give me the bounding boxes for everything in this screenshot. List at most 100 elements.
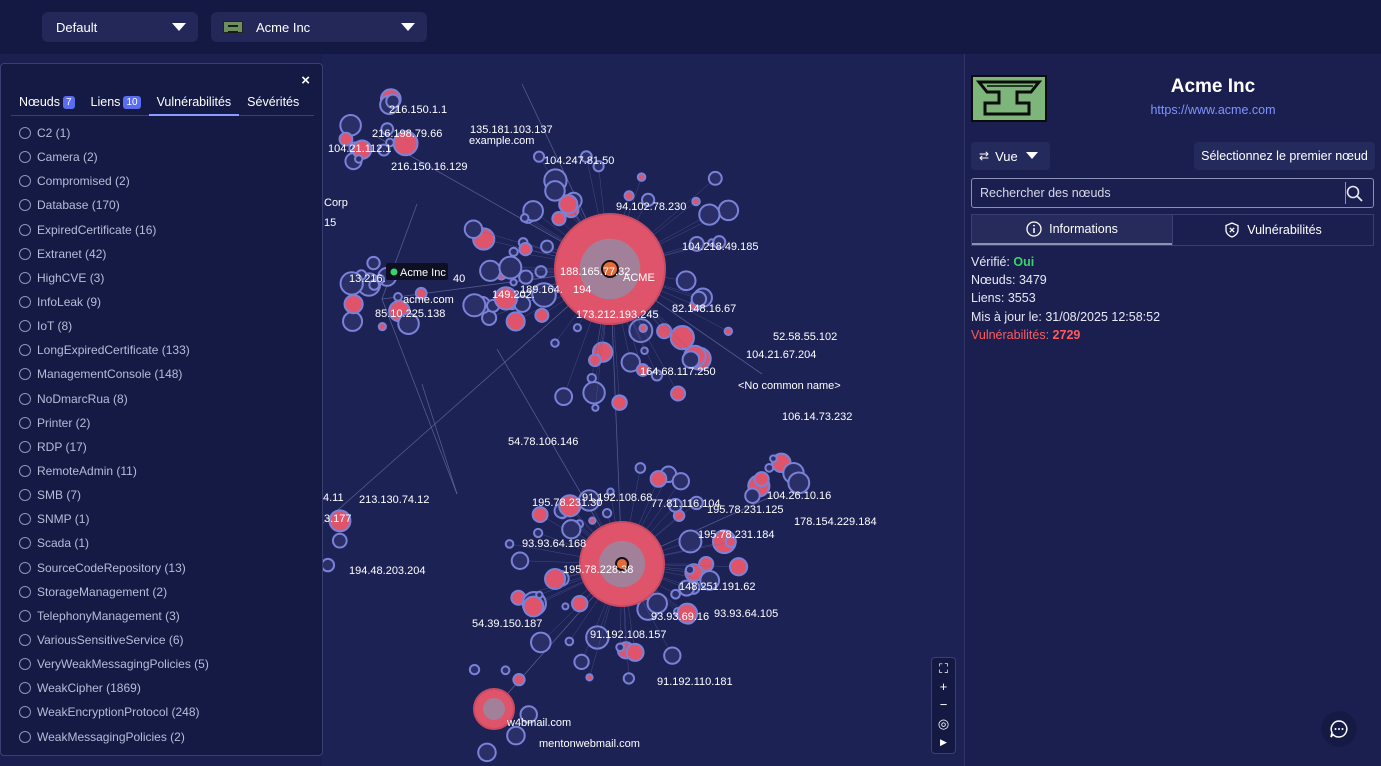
zoom-out-icon[interactable]: −: [940, 698, 948, 712]
view-select[interactable]: Default: [42, 12, 198, 42]
graph-node[interactable]: [522, 595, 545, 618]
graph-node[interactable]: [638, 323, 648, 333]
graph-node[interactable]: [550, 338, 560, 348]
graph-node[interactable]: [601, 508, 613, 519]
graph-node[interactable]: [586, 372, 597, 384]
graph-node[interactable]: [622, 672, 636, 685]
graph-node[interactable]: [623, 190, 635, 202]
play-icon[interactable]: ▶: [940, 735, 947, 749]
graph-node[interactable]: [671, 472, 690, 491]
graph-node[interactable]: [717, 199, 740, 222]
radio-button[interactable]: [19, 368, 31, 381]
graph-node[interactable]: [561, 602, 570, 611]
vulnerability-filter-item[interactable]: Compromised (2): [19, 169, 309, 193]
vulnerability-filter-item[interactable]: Camera (2): [19, 145, 309, 169]
graph-node[interactable]: [468, 663, 481, 676]
graph-node[interactable]: [564, 636, 575, 647]
network-graph[interactable]: 216.150.1.1 216.198.79.66 135.181.103.137 e…: [322, 54, 964, 766]
graph-node[interactable]: [591, 403, 600, 412]
graph-node[interactable]: [634, 462, 647, 474]
radio-button[interactable]: [19, 682, 31, 695]
radio-button[interactable]: [19, 344, 31, 357]
tab-links[interactable]: Liens 10: [83, 90, 149, 116]
graph-node[interactable]: [561, 519, 582, 540]
tab-informations[interactable]: Informations: [972, 215, 1172, 245]
radio-button[interactable]: [19, 465, 31, 478]
radio-button[interactable]: [19, 706, 31, 719]
vulnerability-filter-item[interactable]: InfoLeak (9): [19, 290, 309, 314]
graph-node[interactable]: [393, 292, 403, 302]
vulnerability-filter-item[interactable]: ExpiredCertificate (16): [19, 218, 309, 242]
graph-node[interactable]: [500, 665, 511, 676]
organization-select[interactable]: Acme Inc: [211, 12, 427, 42]
graph-node[interactable]: [531, 506, 549, 524]
graph-node[interactable]: [744, 487, 761, 504]
graph-node[interactable]: [707, 170, 723, 186]
vulnerability-filter-item[interactable]: SMB (7): [19, 483, 309, 507]
graph-node[interactable]: [354, 154, 364, 164]
graph-node[interactable]: [582, 381, 606, 405]
vulnerability-filter-item[interactable]: RemoteAdmin (11): [19, 459, 309, 483]
vulnerability-filter-item[interactable]: Database (170): [19, 193, 309, 217]
radio-button[interactable]: [19, 199, 31, 212]
graph-node[interactable]: [518, 269, 534, 285]
vulnerability-filter-item[interactable]: HighCVE (3): [19, 266, 309, 290]
vulnerability-filter-item[interactable]: IoT (8): [19, 314, 309, 338]
graph-node[interactable]: [663, 646, 682, 665]
radio-button[interactable]: [19, 392, 31, 405]
graph-node[interactable]: [532, 150, 546, 163]
graph-node[interactable]: [728, 557, 749, 577]
vulnerability-filter-item[interactable]: C2 (1): [19, 121, 309, 145]
vulnerability-filter-item[interactable]: LongExpiredCertificate (133): [19, 338, 309, 362]
graph-node[interactable]: [533, 527, 544, 539]
radio-button[interactable]: [19, 513, 31, 526]
graph-node[interactable]: [519, 213, 530, 223]
center-icon[interactable]: ◎: [938, 716, 949, 731]
radio-button[interactable]: [19, 175, 31, 188]
radio-button[interactable]: [19, 127, 31, 140]
graph-node[interactable]: [508, 246, 519, 257]
graph-node[interactable]: [585, 673, 594, 682]
radio-button[interactable]: [19, 537, 31, 550]
graph-node[interactable]: [509, 278, 518, 287]
node-search-input[interactable]: [971, 178, 1374, 208]
select-first-node-button[interactable]: Sélectionnez le premier nœud: [1194, 142, 1375, 170]
graph-node[interactable]: [625, 642, 645, 662]
view-mode-button[interactable]: ⇄ Vue: [971, 142, 1050, 170]
graph-node[interactable]: [477, 742, 497, 763]
vulnerability-filter-item[interactable]: Extranet (42): [19, 242, 309, 266]
vulnerability-filter-item[interactable]: Printer (2): [19, 411, 309, 435]
radio-button[interactable]: [19, 440, 31, 453]
vulnerability-filter-item[interactable]: VariousSensitiveService (6): [19, 628, 309, 652]
radio-button[interactable]: [19, 489, 31, 502]
radio-button[interactable]: [19, 320, 31, 333]
tab-vulnerabilities[interactable]: Vulnérabilités: [148, 90, 240, 116]
radio-button[interactable]: [19, 561, 31, 574]
vulnerability-filter-item[interactable]: SNMP (1): [19, 507, 309, 531]
search-icon[interactable]: [1346, 185, 1363, 202]
radio-button[interactable]: [19, 658, 31, 671]
tab-severities[interactable]: Sévérités: [239, 90, 307, 116]
graph-node[interactable]: [510, 551, 530, 571]
vulnerability-filter-item[interactable]: WeakEncryptionProtocol (248): [19, 700, 309, 724]
vulnerability-filter-item[interactable]: WeakMessagingPolicies (2): [19, 725, 309, 749]
radio-button[interactable]: [19, 730, 31, 743]
graph-node[interactable]: [479, 259, 502, 282]
radio-button[interactable]: [19, 634, 31, 647]
radio-button[interactable]: [19, 296, 31, 309]
graph-node[interactable]: [573, 653, 590, 671]
network-graph-canvas[interactable]: 216.150.1.1216.198.79.66 135.181.103.137e…: [322, 54, 964, 766]
graph-node[interactable]: [377, 321, 387, 332]
vulnerability-filter-item[interactable]: RDP (17): [19, 435, 309, 459]
vulnerability-filter-item[interactable]: StorageManagement (2): [19, 580, 309, 604]
graph-node[interactable]: [611, 394, 628, 411]
vulnerability-filter-item[interactable]: NoDmarcRua (8): [19, 387, 309, 411]
radio-button[interactable]: [19, 271, 31, 284]
vulnerability-filter-item[interactable]: WeakCipher (1869): [19, 676, 309, 700]
graph-node[interactable]: [764, 462, 775, 473]
radio-button[interactable]: [19, 247, 31, 260]
graph-node[interactable]: [366, 255, 381, 271]
radio-button[interactable]: [19, 609, 31, 622]
radio-button[interactable]: [19, 585, 31, 598]
graph-node[interactable]: [504, 539, 515, 549]
